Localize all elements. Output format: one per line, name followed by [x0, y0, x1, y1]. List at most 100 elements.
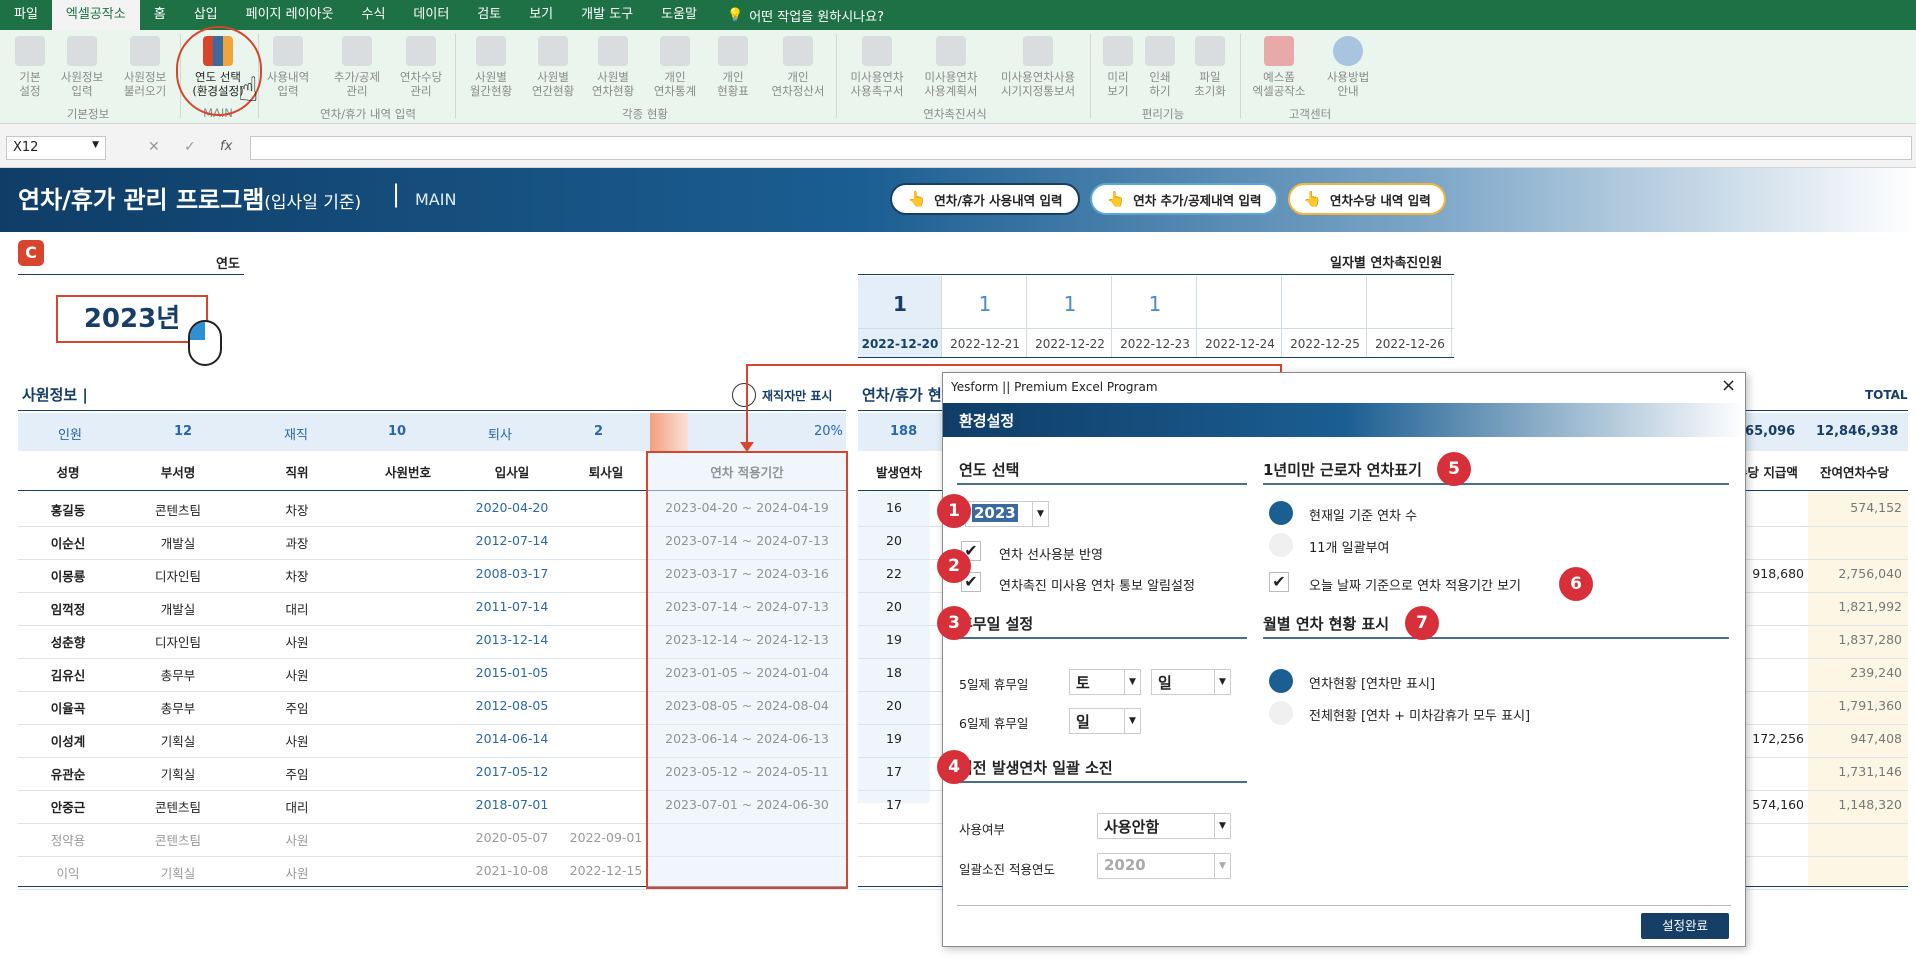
chevron-down-icon: ▼: [1124, 670, 1140, 694]
step-badge: 3: [937, 606, 971, 640]
section-under-one-year: 1년미만 근로자 연차표기: [1263, 461, 1422, 479]
tab-file[interactable]: 파일: [0, 0, 52, 30]
tab-page-layout[interactable]: 페이지 레이아웃: [232, 0, 348, 30]
help-guide-button[interactable]: 사용방법 안내: [1318, 34, 1378, 98]
tab-excel-workshop[interactable]: 엑셀공작소: [51, 0, 140, 30]
table-cell: 임꺽정: [50, 602, 86, 617]
urge-form-button[interactable]: 미사용연차 사용촉구서: [842, 34, 912, 98]
name-box[interactable]: X12 ▼: [6, 136, 106, 160]
use-flag-combo[interactable]: 사용안함 ▼: [1097, 813, 1231, 839]
step-badge: 7: [1405, 606, 1439, 640]
year-display[interactable]: 2023년: [56, 295, 208, 343]
usage-input-link-button[interactable]: 👆 연차/휴가 사용내역 입력: [890, 183, 1080, 215]
chevron-down-icon: ▼: [1214, 854, 1230, 878]
table-cell: 콘텐츠팀: [154, 800, 201, 815]
six-day-holiday[interactable]: 일 ▼: [1069, 708, 1141, 734]
printer-icon: [1145, 36, 1175, 66]
section-line: [1263, 637, 1729, 639]
employee-load-button[interactable]: 사원정보 불러오기: [115, 34, 175, 98]
add-deduct-link-button[interactable]: 👆 연차 추가/공제내역 입력: [1090, 183, 1278, 215]
section-monthly-display: 월별 연차 현황 표시: [1263, 615, 1390, 633]
group-divider: [1240, 34, 1241, 118]
allowance-button[interactable]: 연차수당 관리: [391, 34, 451, 98]
occurred-value: 20: [886, 599, 902, 614]
tab-developer[interactable]: 개발 도구: [567, 0, 647, 30]
step-badge: 4: [937, 750, 971, 784]
usage-input-button[interactable]: 사용내역 입력: [258, 34, 318, 98]
ribbon: 기본 설정 사원정보 입력 사원정보 불러오기 연도 선택 (환경설정) 사용내역 입력 …: [0, 26, 1916, 124]
table-cell: 이성계: [50, 734, 86, 749]
tab-home[interactable]: 홈: [140, 0, 180, 30]
chevron-down-icon: ▼: [92, 140, 99, 150]
add-deduct-button[interactable]: 추가/공제 관리: [327, 34, 387, 98]
five-day-holiday-2[interactable]: 일 ▼: [1151, 669, 1231, 695]
tab-data[interactable]: 데이터: [399, 0, 463, 30]
settlement-button[interactable]: 개인 연차정산서: [765, 34, 831, 98]
yearly-status-button[interactable]: 사원별 연간현황: [523, 34, 583, 98]
table-cell: 2015-01-05: [475, 665, 549, 680]
remain-value: 1,148,320: [1838, 797, 1902, 812]
function-icon[interactable]: fx: [220, 139, 232, 154]
summary-total: 12: [174, 424, 193, 439]
reset-file-button[interactable]: 파일 초기화: [1180, 34, 1240, 98]
table-cell: 홍길동: [50, 503, 86, 518]
table-cell: 2020-05-07: [475, 830, 549, 845]
arrow-head-icon: [740, 442, 754, 452]
personal-stats-button[interactable]: 개인 연차통계: [645, 34, 705, 98]
plan-form-button[interactable]: 미사용연차 사용계획서: [916, 34, 986, 98]
group-divider: [455, 34, 456, 118]
tab-formulas[interactable]: 수식: [347, 0, 399, 30]
monthly-status-button[interactable]: 사원별 월간현황: [461, 34, 521, 98]
table-cell: 2014-06-14: [475, 731, 549, 746]
radio-current-day[interactable]: [1269, 501, 1293, 525]
formula-input[interactable]: [250, 136, 1912, 160]
leave-section-title: 연차/휴가 현: [862, 386, 942, 404]
radio-leave-only[interactable]: [1269, 669, 1293, 693]
leave-status-button[interactable]: 사원별 연차현황: [583, 34, 643, 98]
close-icon[interactable]: ×: [1721, 375, 1736, 396]
summary-ratio: 20%: [814, 424, 843, 439]
promo-count: 1: [893, 292, 907, 316]
allowance-link-button[interactable]: 👆 연차수당 내역 입력: [1288, 183, 1446, 215]
table-cell: 이율곡: [50, 701, 86, 716]
basic-settings-button[interactable]: 기본 설정: [0, 34, 60, 98]
tab-review[interactable]: 검토: [463, 0, 515, 30]
notice-form-button[interactable]: 미사용연차사용 시기지정통보서: [990, 34, 1086, 98]
tab-help[interactable]: 도움말: [647, 0, 711, 30]
column-header: 부서명: [160, 465, 196, 480]
apply-year-combo[interactable]: 2020 ▼: [1097, 853, 1231, 879]
pencil-icon: [273, 36, 303, 66]
employee-input-button[interactable]: 사원정보 입력: [52, 34, 112, 98]
table-cell: 2008-03-17: [475, 566, 549, 581]
radio-bulk-eleven[interactable]: [1269, 533, 1293, 557]
table-cell: 이몽룡: [50, 569, 86, 584]
personal-table-button[interactable]: 개인 현황표: [703, 34, 763, 98]
step-badge: 1: [937, 494, 971, 528]
table-cell: 디자인팀: [154, 569, 201, 584]
active-only-radio[interactable]: [732, 383, 756, 407]
table-cell: 콘텐츠팀: [154, 833, 201, 848]
radio-all-status[interactable]: [1269, 701, 1293, 725]
dialog-heading: 환경설정: [959, 412, 1015, 430]
tell-me[interactable]: 💡 어떤 작업을 원하시나요?: [711, 6, 884, 25]
page-title: 연차/휴가 관리 프로그램(입사일 기준): [18, 186, 362, 214]
year-combo[interactable]: 2023 ▼: [965, 501, 1049, 527]
table-cell: 2017-05-12: [475, 764, 549, 779]
enter-icon[interactable]: ✓: [184, 139, 196, 155]
pointer-hand-icon: 👆: [907, 190, 927, 208]
today-period-label: 오늘 날짜 기준으로 연차 적용기간 보기: [1309, 579, 1522, 594]
use-flag-label: 사용여부: [959, 822, 1006, 837]
step-badge: 5: [1437, 452, 1471, 486]
confirm-button[interactable]: 설정완료: [1641, 913, 1729, 939]
cancel-icon[interactable]: ✕: [148, 139, 160, 155]
yesform-button[interactable]: 예스폼 엑셀공작소: [1248, 34, 1310, 98]
table-cell: 유관순: [50, 767, 86, 782]
table-cell: 사원: [285, 635, 309, 650]
remain-value: 1,837,280: [1838, 632, 1902, 647]
five-day-holiday-1[interactable]: 토 ▼: [1069, 669, 1141, 695]
summary-label-left: 퇴사: [488, 428, 512, 443]
today-period-checkbox[interactable]: ✔: [1269, 572, 1289, 592]
pointer-hand-icon: 👆: [1303, 190, 1322, 208]
tab-view[interactable]: 보기: [515, 0, 567, 30]
hand-cursor-icon: ☝: [238, 70, 259, 110]
